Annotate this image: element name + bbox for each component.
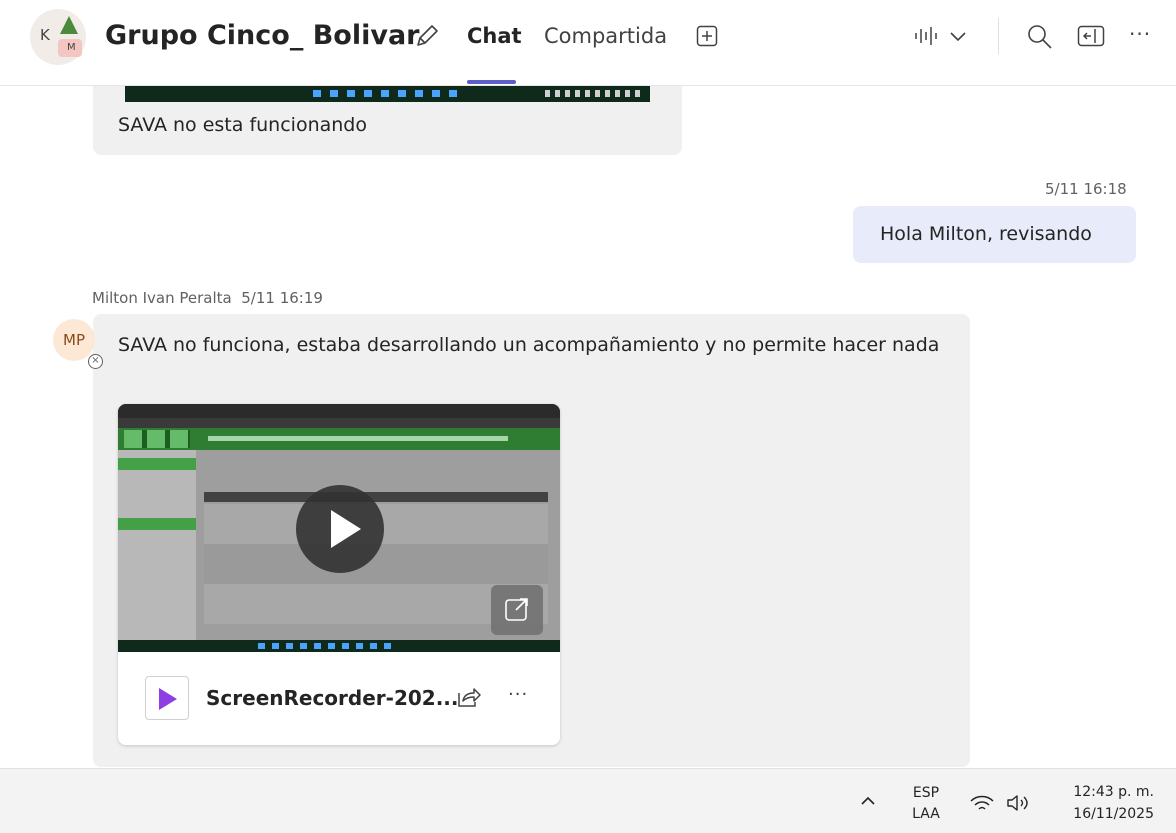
- search-icon[interactable]: [1027, 24, 1053, 50]
- video-attachment-card[interactable]: ScreenRecorder-202... ···: [118, 404, 560, 745]
- thumb-sidebar: [118, 450, 196, 640]
- screenshot-tray-icons: [545, 90, 640, 97]
- incoming-message-text: SAVA no funciona, estaba desarrollando u…: [118, 334, 940, 356]
- mountain-image-icon: [60, 16, 78, 34]
- thumb-address-bar: [118, 418, 560, 428]
- screenshot-image[interactable]: [125, 86, 650, 102]
- screenshot-taskbar-icons: [313, 90, 463, 97]
- previous-message: SAVA no esta funcionando: [93, 86, 682, 155]
- chevron-down-icon: [950, 32, 966, 42]
- thumb-sidebar-active-item: [118, 518, 196, 530]
- message-sender-line: Milton Ivan Peralta 5/11 16:19: [92, 289, 323, 307]
- keyboard-language-indicator[interactable]: ESP LAA: [908, 783, 944, 825]
- popout-icon[interactable]: [1077, 25, 1105, 47]
- active-tab-indicator: [467, 80, 516, 84]
- open-external-button[interactable]: [491, 585, 543, 635]
- system-clock[interactable]: 12:43 p. m. 16/11/2025: [1050, 781, 1154, 825]
- wifi-icon[interactable]: [969, 793, 995, 813]
- system-taskbar: ESP LAA 12:43 p. m. 16/11/2025: [0, 768, 1176, 833]
- open-external-icon: [505, 598, 528, 621]
- own-message-text: Hola Milton, revisando: [880, 223, 1092, 245]
- clock-time: 12:43 p. m.: [1073, 784, 1154, 800]
- header-divider: [998, 18, 999, 54]
- clock-date: 16/11/2025: [1073, 806, 1154, 822]
- sender-name: Milton Ivan Peralta: [92, 289, 232, 307]
- volume-icon[interactable]: [1005, 793, 1031, 813]
- own-message-bubble[interactable]: Hola Milton, revisando: [853, 206, 1136, 263]
- chevron-up-icon[interactable]: [858, 793, 878, 809]
- thumb-table-header: [204, 492, 548, 502]
- attachment-file-name[interactable]: ScreenRecorder-202...: [206, 686, 459, 710]
- chat-header: K M Grupo Cinco_ Bolivar Chat Compartida…: [0, 0, 1176, 86]
- video-play-glyph: [159, 688, 177, 710]
- tab-chat[interactable]: Chat: [467, 24, 522, 48]
- more-options-icon[interactable]: ···: [1129, 22, 1151, 46]
- play-button[interactable]: [296, 485, 384, 573]
- own-message-timestamp: 5/11 16:18: [1045, 180, 1127, 198]
- play-icon: [331, 510, 361, 548]
- call-audio-icon[interactable]: [913, 24, 971, 48]
- add-tab-icon[interactable]: [696, 25, 718, 47]
- video-thumbnail[interactable]: [118, 404, 560, 652]
- avatar-initial-k: K: [40, 26, 50, 44]
- avatar-initial-m: M: [67, 42, 76, 53]
- incoming-message-bubble[interactable]: SAVA no funciona, estaba desarrollando u…: [93, 314, 970, 767]
- attachment-file-row[interactable]: ScreenRecorder-202... ···: [118, 652, 560, 745]
- edit-name-icon[interactable]: [413, 22, 441, 50]
- thumb-sidebar-item: [118, 458, 196, 470]
- chat-title: Grupo Cinco_ Bolivar: [105, 20, 420, 51]
- message-timestamp: 5/11 16:19: [241, 289, 323, 307]
- attachment-more-options-icon[interactable]: ···: [508, 684, 528, 705]
- video-file-icon: [145, 676, 189, 720]
- language-code: ESP: [912, 785, 940, 801]
- sender-avatar-initials: MP: [63, 331, 85, 349]
- thumb-taskbar: [118, 640, 560, 652]
- thumb-browser-tabs: [118, 404, 560, 418]
- presence-status-icon: ×: [88, 354, 103, 369]
- thumb-app-logo: [124, 430, 190, 448]
- sender-avatar[interactable]: MP: [53, 319, 95, 361]
- tab-compartida[interactable]: Compartida: [544, 24, 667, 48]
- layout-code: LAA: [912, 806, 940, 822]
- thumb-taskbar-icons: [258, 643, 398, 649]
- share-icon[interactable]: [455, 685, 481, 709]
- thumb-app-title: [208, 436, 508, 441]
- previous-message-text: SAVA no esta funcionando: [118, 114, 367, 136]
- group-avatar[interactable]: K M: [30, 9, 86, 65]
